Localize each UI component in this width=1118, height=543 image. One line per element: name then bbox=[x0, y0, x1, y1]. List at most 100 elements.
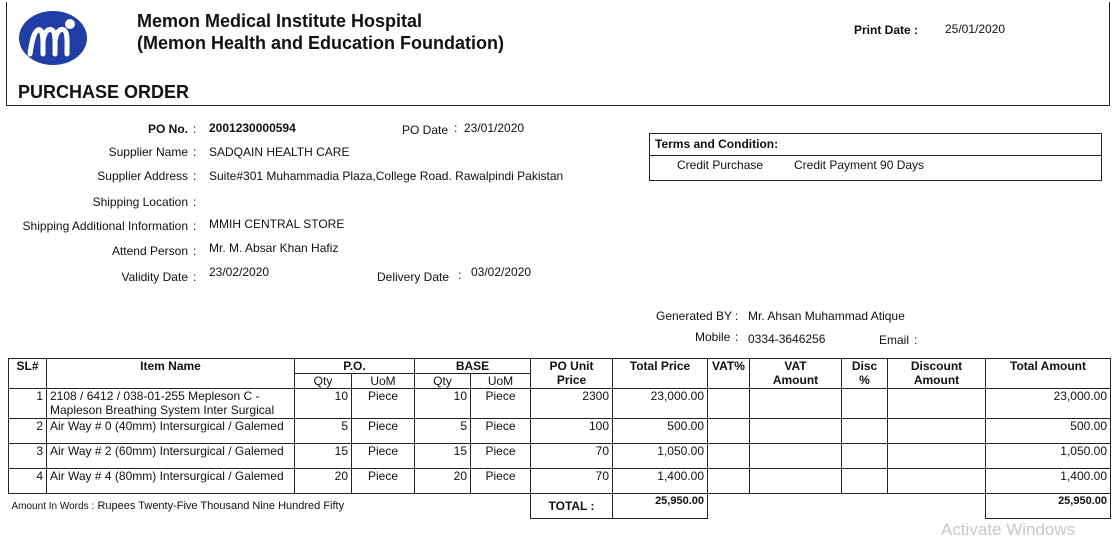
attend-person-label: Attend Person bbox=[111, 244, 188, 258]
po-no-label: PO No. bbox=[147, 122, 188, 136]
vat-amount-cell bbox=[749, 468, 842, 494]
po-qty-cell: 20 bbox=[294, 468, 352, 494]
supplier-name-label: Supplier Name bbox=[108, 145, 188, 159]
po-uom-cell: Piece bbox=[351, 388, 415, 419]
unit-price-cell: 2300 bbox=[530, 388, 613, 419]
base-header: BASE bbox=[414, 358, 531, 374]
validity-date-value: 23/02/2020 bbox=[209, 265, 270, 279]
sl-cell: 2 bbox=[8, 418, 47, 444]
table-row: 4 Air Way # 4 (80mm) Intersurgical / Gal… bbox=[8, 468, 1111, 494]
total-amount-cell: 1,400.00 bbox=[985, 468, 1111, 494]
total-price-cell: 1,050.00 bbox=[612, 443, 708, 469]
colon: : bbox=[193, 145, 197, 159]
generated-by-value: Mr. Ahsan Muhammad Atique bbox=[748, 309, 905, 323]
vat-pct-cell bbox=[707, 418, 750, 444]
po-qty-cell: 15 bbox=[294, 443, 352, 469]
terms-box: Terms and Condition: Credit Purchase Cre… bbox=[649, 133, 1102, 181]
colon: : bbox=[193, 219, 197, 233]
disc-pct-header: Disc % bbox=[841, 358, 888, 389]
vat-pct-cell bbox=[707, 468, 750, 494]
vat-pct-header: VAT% bbox=[707, 358, 750, 389]
terms-divider bbox=[650, 155, 1101, 156]
supplier-address-value: Suite#301 Muhammadia Plaza,College Road.… bbox=[209, 169, 564, 183]
po-uom-cell: Piece bbox=[351, 418, 415, 444]
total-price-cell: 500.00 bbox=[612, 418, 708, 444]
page-title: PURCHASE ORDER bbox=[18, 82, 190, 102]
items-table: SL# Item Name P.O. BASE PO Unit Price Tot… bbox=[8, 358, 1111, 519]
discount-amount-cell bbox=[887, 418, 986, 444]
colon: : bbox=[735, 309, 739, 323]
totals-row: Amount In Words : Rupees Twenty-Five Tho… bbox=[9, 493, 1111, 519]
disc-pct-cell bbox=[841, 388, 888, 419]
vat-amount-cell bbox=[749, 418, 842, 444]
discount-amount-cell bbox=[887, 443, 986, 469]
po-qty-cell: 10 bbox=[294, 388, 352, 419]
discount-amount-header: Discount Amount bbox=[887, 358, 986, 389]
total-amount-cell: 1,050.00 bbox=[985, 443, 1111, 469]
sl-cell: 4 bbox=[8, 468, 47, 494]
item-name-header: Item Name bbox=[46, 358, 295, 389]
amount-in-words-label: Amount In Words : bbox=[11, 501, 95, 512]
vat-pct-cell bbox=[707, 443, 750, 469]
po-date-value: 23/01/2020 bbox=[464, 121, 525, 135]
terms-title: Terms and Condition: bbox=[655, 137, 779, 151]
foundation-name: (Memon Health and Education Foundation) bbox=[137, 33, 504, 53]
terms-payment: Credit Payment 90 Days bbox=[794, 158, 925, 172]
po-header: P.O. bbox=[294, 358, 415, 374]
supplier-name-value: SADQAIN HEALTH CARE bbox=[209, 145, 350, 159]
shipping-additional-label: Shipping Additional Information bbox=[22, 219, 188, 233]
colon: : bbox=[458, 268, 462, 282]
total-price-sum: 25,950.00 bbox=[612, 493, 708, 519]
unit-price-cell: 100 bbox=[530, 418, 613, 444]
attend-person-value: Mr. M. Absar Khan Hafiz bbox=[209, 241, 339, 255]
item-cell: Air Way # 4 (80mm) Intersurgical / Galem… bbox=[46, 468, 295, 494]
hospital-logo bbox=[19, 11, 87, 65]
colon: : bbox=[193, 195, 197, 209]
po-uom-cell: Piece bbox=[351, 443, 415, 469]
delivery-date-value: 03/02/2020 bbox=[471, 265, 532, 279]
base-qty-cell: 10 bbox=[414, 388, 471, 419]
generated-by-label: Generated BY bbox=[656, 309, 733, 323]
vat-amount-cell bbox=[749, 388, 842, 419]
total-price-cell: 1,400.00 bbox=[612, 468, 708, 494]
item-cell: Air Way # 0 (40mm) Intersurgical / Galem… bbox=[46, 418, 295, 444]
base-uom-cell: Piece bbox=[470, 418, 531, 444]
colon: : bbox=[454, 121, 458, 135]
total-price-header: Total Price bbox=[612, 358, 708, 389]
mobile-value: 0334-3646256 bbox=[748, 332, 826, 346]
unit-price-cell: 70 bbox=[530, 468, 613, 494]
vat-amount-cell bbox=[749, 443, 842, 469]
vat-pct-cell bbox=[707, 388, 750, 419]
sl-cell: 3 bbox=[8, 443, 47, 469]
sl-header: SL# bbox=[8, 358, 47, 389]
item-cell: Air Way # 2 (60mm) Intersurgical / Galem… bbox=[46, 443, 295, 469]
shipping-additional-value: MMIH CENTRAL STORE bbox=[209, 217, 345, 231]
print-date-value: 25/01/2020 bbox=[945, 22, 1006, 36]
total-amount-cell: 500.00 bbox=[985, 418, 1111, 444]
total-amount-cell: 23,000.00 bbox=[985, 388, 1111, 419]
colon: : bbox=[193, 270, 197, 284]
colon: : bbox=[193, 122, 197, 136]
table-row: 3 Air Way # 2 (60mm) Intersurgical / Gal… bbox=[8, 443, 1111, 469]
po-uom-header: UoM bbox=[351, 373, 415, 389]
table-row: 2 Air Way # 0 (40mm) Intersurgical / Gal… bbox=[8, 418, 1111, 444]
po-qty-header: Qty bbox=[294, 373, 352, 389]
colon: : bbox=[193, 244, 197, 258]
colon: : bbox=[914, 333, 918, 347]
base-uom-cell: Piece bbox=[470, 468, 531, 494]
unit-price-cell: 70 bbox=[530, 443, 613, 469]
disc-pct-cell bbox=[841, 443, 888, 469]
table-row: 1 2108 / 6412 / 038-01-255 Mepleson C - … bbox=[8, 388, 1111, 419]
base-qty-header: Qty bbox=[414, 373, 471, 389]
validity-date-label: Validity Date bbox=[121, 270, 188, 284]
table-header-row: SL# Item Name P.O. BASE PO Unit Price Tot… bbox=[8, 358, 1111, 389]
po-unit-price-header: PO Unit Price bbox=[530, 358, 613, 389]
sl-cell: 1 bbox=[8, 388, 47, 419]
mobile-label: Mobile bbox=[695, 330, 731, 344]
total-amount-sum: 25,950.00 bbox=[985, 493, 1111, 519]
email-label: Email bbox=[879, 333, 910, 347]
total-price-cell: 23,000.00 bbox=[612, 388, 708, 419]
activate-windows-watermark: Activate Windows bbox=[941, 520, 1076, 539]
base-uom-cell: Piece bbox=[470, 388, 531, 419]
colon: : bbox=[735, 330, 739, 344]
